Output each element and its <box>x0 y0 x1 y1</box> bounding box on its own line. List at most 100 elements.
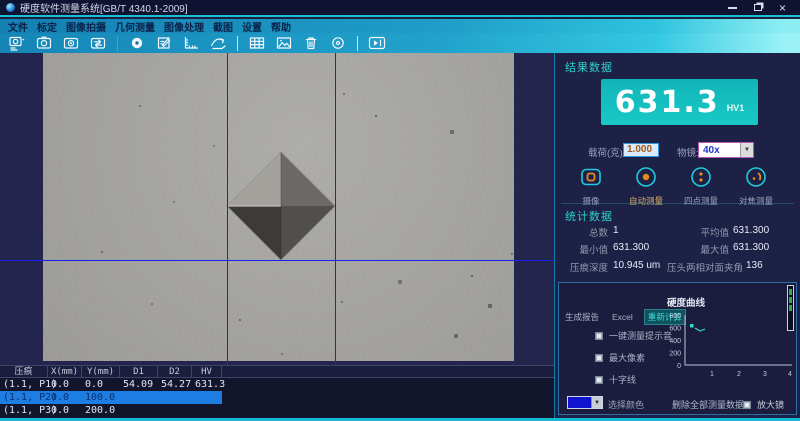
checkbox-icon[interactable] <box>595 332 603 340</box>
menu-settings[interactable]: 设置 <box>242 19 262 34</box>
hardness-curve-chart: 800 600 400 200 0 1 2 3 4 <box>659 307 797 387</box>
menu-bar: 文件 标定 图像拍摄 几何测量 图像处理 截图 设置 帮助 <box>0 19 800 33</box>
data-table-icon[interactable] <box>247 35 267 52</box>
menu-screenshot[interactable]: 截图 <box>213 19 233 34</box>
four-point-measure-button[interactable]: 四点测量 <box>679 166 723 207</box>
menu-help[interactable]: 帮助 <box>271 19 291 34</box>
focus-measure-button[interactable]: 对焦测量 <box>734 166 778 207</box>
checkbox-icon[interactable] <box>595 354 603 362</box>
image-gallery-icon[interactable] <box>274 35 294 52</box>
menu-image-capture[interactable]: 图像拍摄 <box>66 19 106 34</box>
col-x[interactable]: X(mm) <box>48 366 82 377</box>
chevron-down-icon[interactable]: ▼ <box>591 397 602 408</box>
checkbox-icon[interactable] <box>595 376 603 384</box>
cell-d1 <box>120 391 158 404</box>
restore-icon[interactable] <box>754 4 762 11</box>
menu-image-processing[interactable]: 图像处理 <box>164 19 204 34</box>
gauge-edit-icon[interactable] <box>154 35 174 52</box>
count-label: 总数 <box>555 225 608 239</box>
table-header: 压痕 X(mm) Y(mm) D1 D2 HV <box>0 365 554 378</box>
svg-text:200: 200 <box>669 351 681 358</box>
count-value: 1 <box>613 225 619 236</box>
max-pixel-option[interactable]: 最大像素 <box>595 351 645 364</box>
hardness-value: 631.3 <box>615 85 720 120</box>
col-indent[interactable]: 压痕 <box>0 366 48 377</box>
curve-flip-icon[interactable] <box>208 35 228 52</box>
toolbar-separator <box>237 36 238 51</box>
hardness-value-display: 631.3 HV1 <box>601 79 758 125</box>
export-play-icon[interactable] <box>367 35 387 52</box>
color-swatch-blue <box>568 397 591 408</box>
results-header: 结果数据 <box>565 59 613 75</box>
col-y[interactable]: Y(mm) <box>82 366 120 377</box>
magnifier-option[interactable]: 放大镜 <box>743 398 784 411</box>
objective-label: 物镜: <box>677 145 699 159</box>
svg-text:800: 800 <box>669 313 681 320</box>
menu-file[interactable]: 文件 <box>8 19 28 34</box>
crosshair-label: 十字线 <box>609 373 636 386</box>
data-point-callout <box>695 328 705 331</box>
statistics-header: 统计数据 <box>565 208 613 224</box>
title-bar: 硬度软件测量系统[GB/T 4340.1-2009] × <box>0 0 800 17</box>
cell-hv <box>192 404 222 417</box>
cell-d1: 54.09 <box>120 378 158 391</box>
camera-button[interactable]: 摄像 <box>569 166 613 207</box>
excel-button[interactable]: Excel <box>610 310 635 324</box>
average-label: 平均值 <box>655 225 729 239</box>
specimen-photo <box>43 53 514 361</box>
table-row[interactable]: (1.1, P1) 0.0 0.0 54.09 54.27 631.3 <box>0 378 222 391</box>
svg-text:400: 400 <box>669 338 681 345</box>
measurement-table: 压痕 X(mm) Y(mm) D1 D2 HV (1.1, P1) 0.0 0.… <box>0 365 554 418</box>
measure-line-horizontal[interactable] <box>0 260 554 261</box>
menu-geometry-measure[interactable]: 几何测量 <box>115 19 155 34</box>
delete-all-data-button[interactable]: 删除全部测量数据 <box>672 398 744 411</box>
hardness-unit: HV1 <box>727 103 745 113</box>
col-d1[interactable]: D1 <box>120 366 158 377</box>
generate-report-button[interactable]: 生成报告 <box>563 309 601 325</box>
focus-measure-label: 对焦测量 <box>734 195 778 207</box>
options-subpanel: 生成报告 Excel 重新计算 一键测量提示音 最大像素 十字线 硬度曲线 80… <box>558 282 797 415</box>
delete-trash-icon[interactable] <box>301 35 321 52</box>
camera-setup-icon[interactable] <box>7 35 27 52</box>
save-disc-icon[interactable] <box>328 35 348 52</box>
camera-record-icon[interactable] <box>61 35 81 52</box>
close-icon[interactable]: × <box>779 2 786 14</box>
app-logo-icon <box>6 3 15 12</box>
line-color-select[interactable]: ▼ <box>567 396 603 409</box>
col-hv[interactable]: HV <box>192 366 222 377</box>
camera-transfer-icon[interactable] <box>88 35 108 52</box>
min-value: 631.300 <box>613 242 649 253</box>
auto-measure-button[interactable]: 自动测量 <box>624 166 668 207</box>
target-measure-icon[interactable] <box>127 35 147 52</box>
table-row[interactable]: (1.1, P3) 0.0 200.0 <box>0 404 222 417</box>
load-input[interactable]: 1.000 <box>623 143 659 157</box>
checkbox-icon[interactable] <box>743 401 751 409</box>
toolbar-separator <box>357 36 358 51</box>
window-title: 硬度软件测量系统[GB/T 4340.1-2009] <box>20 0 188 15</box>
col-d2[interactable]: D2 <box>158 366 192 377</box>
results-panel: 结果数据 631.3 HV1 载荷(克): 1.000 物镜: 40x ▼ 摄像… <box>554 53 800 418</box>
ruler-calibrate-icon[interactable] <box>181 35 201 52</box>
svg-text:1: 1 <box>710 371 714 378</box>
toolbar-separator <box>117 36 118 51</box>
four-point-measure-label: 四点测量 <box>679 195 723 207</box>
cell-d1 <box>120 404 158 417</box>
color-select-label: 选择颜色 <box>608 398 644 411</box>
section-divider <box>561 203 794 204</box>
panel-scrollbar[interactable] <box>787 285 794 331</box>
camera-capture-icon[interactable] <box>34 35 54 52</box>
chevron-down-icon[interactable]: ▼ <box>740 143 753 157</box>
cell-y: 200.0 <box>82 404 120 417</box>
minimize-icon[interactable] <box>728 7 737 9</box>
crosshair-option[interactable]: 十字线 <box>595 373 636 386</box>
image-canvas[interactable] <box>0 53 554 365</box>
menu-calibration[interactable]: 标定 <box>37 19 57 34</box>
measure-line-vertical-right[interactable] <box>335 53 336 365</box>
cell-x: 0.0 <box>48 378 82 391</box>
table-row-selected[interactable]: (1.1, P2) 0.0 100.0 <box>0 391 222 404</box>
objective-select[interactable]: 40x ▼ <box>698 142 754 158</box>
vickers-indent <box>43 53 514 361</box>
measure-line-vertical-left[interactable] <box>227 53 228 365</box>
cell-d2: 54.27 <box>158 378 192 391</box>
min-label: 最小值 <box>555 242 608 256</box>
